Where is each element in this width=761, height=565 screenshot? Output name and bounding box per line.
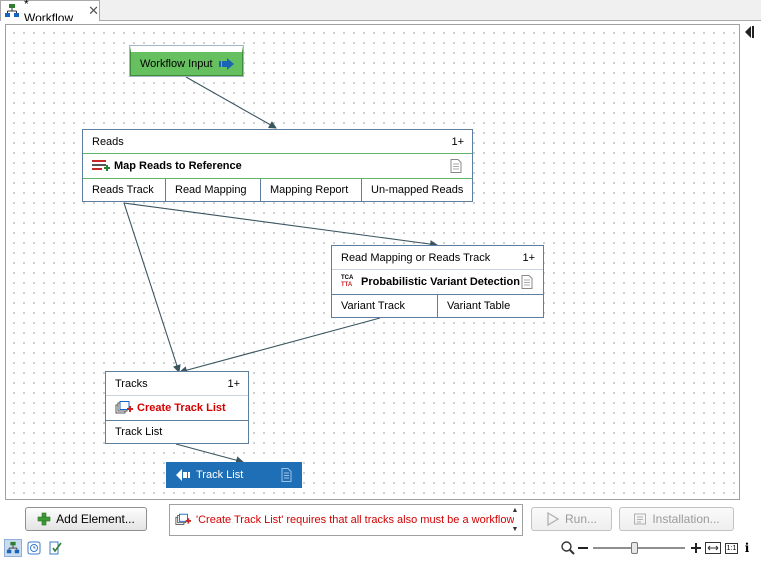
- output-port-mapping-report[interactable]: Mapping Report: [261, 179, 362, 201]
- map-reads-input-label: Reads: [92, 135, 124, 148]
- actual-size-icon[interactable]: 1:1: [722, 542, 741, 554]
- workflow-icon: [4, 3, 20, 19]
- track-list-input-label: Tracks: [115, 377, 148, 390]
- scroll-down-icon[interactable]: ▼: [512, 526, 519, 533]
- document-icon[interactable]: [281, 468, 292, 482]
- add-element-label: Add Element...: [56, 512, 135, 526]
- fit-width-icon[interactable]: [703, 542, 722, 554]
- edge-variant-to-tracks: [179, 317, 381, 375]
- workflow-input-element[interactable]: Workflow Input: [129, 45, 244, 77]
- document-icon[interactable]: [450, 159, 462, 173]
- output-port-unmapped-reads[interactable]: Un-mapped Reads: [362, 179, 472, 201]
- info-icon[interactable]: i: [741, 541, 753, 555]
- icon-text-top: TCA: [341, 275, 354, 281]
- edge-input-to-map: [185, 76, 277, 129]
- add-icon: [37, 512, 51, 526]
- output-port-read-mapping[interactable]: Read Mapping: [166, 179, 261, 201]
- run-icon: [547, 512, 560, 526]
- workflow-output-label: Track List: [196, 469, 244, 481]
- workflow-output-element[interactable]: Track List: [166, 462, 302, 488]
- map-reads-title: Map Reads to Reference: [114, 160, 242, 172]
- output-port-variant-table[interactable]: Variant Table: [438, 295, 543, 317]
- track-list-icon: [115, 401, 133, 414]
- actual-size-label: 1:1: [724, 542, 739, 554]
- editor-view-icon[interactable]: [4, 539, 22, 557]
- track-list-outputs: Track List: [106, 421, 248, 443]
- workflow-input-label: Workflow Input: [140, 57, 213, 70]
- view-switcher: [4, 539, 67, 557]
- tab-workflow[interactable]: * Workflow ✕: [0, 0, 100, 25]
- output-arrow-icon: [176, 469, 190, 481]
- message-scrollbar[interactable]: ▲ ▼: [510, 507, 520, 533]
- installation-icon: [634, 513, 647, 525]
- collapse-panel-icon[interactable]: [744, 26, 754, 38]
- edge-tracks-to-output: [175, 443, 244, 465]
- port-label: Variant Track: [341, 300, 405, 312]
- variant-input-count: 1+: [522, 251, 535, 264]
- map-reads-icon: [92, 160, 110, 171]
- edge-map-to-tracks: [123, 202, 181, 373]
- output-port-variant-track[interactable]: Variant Track: [332, 295, 438, 317]
- zoom-slider[interactable]: [593, 542, 685, 554]
- track-list-title: Create Track List: [137, 402, 226, 414]
- scroll-up-icon[interactable]: ▲: [512, 507, 519, 514]
- installation-button[interactable]: Installation...: [619, 507, 734, 531]
- installation-label: Installation...: [652, 512, 720, 526]
- zoom-controls: 1:1 i: [559, 539, 753, 557]
- map-reads-input-count: 1+: [451, 135, 464, 148]
- edge-map-to-variant: [123, 202, 438, 249]
- port-label: Track List: [115, 426, 163, 438]
- variant-detection-node[interactable]: Read Mapping or Reads Track 1+ TCA TTA P…: [331, 245, 544, 318]
- tab-bar: * Workflow ✕: [0, 0, 761, 25]
- variant-outputs: Variant Track Variant Table: [332, 295, 543, 317]
- history-view-icon[interactable]: [25, 539, 43, 557]
- map-reads-node[interactable]: Reads 1+ Map Reads to Reference Reads Tr…: [82, 129, 473, 202]
- create-track-list-node[interactable]: Tracks 1+ Create Track List Track List: [105, 371, 249, 444]
- map-reads-title-row[interactable]: Map Reads to Reference: [83, 153, 472, 179]
- zoom-slider-knob[interactable]: [631, 542, 638, 554]
- map-reads-outputs: Reads Track Read Mapping Mapping Report …: [83, 179, 472, 201]
- close-icon[interactable]: ✕: [88, 3, 99, 19]
- output-port-track-list[interactable]: Track List: [106, 421, 248, 443]
- variant-input-label: Read Mapping or Reads Track: [341, 251, 491, 264]
- port-label: Read Mapping: [175, 184, 247, 196]
- variant-title: Probabilistic Variant Detection: [361, 276, 520, 288]
- output-port-reads-track[interactable]: Reads Track: [83, 179, 166, 201]
- port-label: Un-mapped Reads: [371, 184, 464, 196]
- track-list-input[interactable]: Tracks 1+: [106, 372, 248, 395]
- track-list-title-row[interactable]: Create Track List: [106, 395, 248, 421]
- document-icon[interactable]: [521, 275, 533, 289]
- variant-detection-icon: TCA TTA: [341, 275, 357, 289]
- map-reads-input[interactable]: Reads 1+: [83, 130, 472, 153]
- add-element-button[interactable]: Add Element...: [25, 507, 147, 531]
- zoom-icon[interactable]: [559, 540, 577, 556]
- run-button[interactable]: Run...: [531, 507, 612, 531]
- track-list-input-count: 1+: [227, 377, 240, 390]
- validation-message-box[interactable]: 'Create Track List' requires that all tr…: [169, 504, 523, 536]
- variant-input[interactable]: Read Mapping or Reads Track 1+: [332, 246, 543, 269]
- run-label: Run...: [564, 512, 597, 526]
- variant-title-row[interactable]: TCA TTA Probabilistic Variant Detection: [332, 269, 543, 295]
- validation-view-icon[interactable]: [46, 539, 64, 557]
- zoom-in-icon[interactable]: [689, 543, 703, 553]
- zoom-out-icon[interactable]: [577, 543, 589, 553]
- input-arrow-icon: [218, 57, 234, 70]
- icon-text-bottom: TTA: [341, 282, 353, 288]
- workflow-canvas[interactable]: Workflow Input Reads 1+ Map Reads to Ref…: [5, 24, 740, 500]
- port-label: Reads Track: [92, 184, 154, 196]
- port-label: Variant Table: [447, 300, 511, 312]
- port-label: Mapping Report: [270, 184, 349, 196]
- validation-message: 'Create Track List' requires that all tr…: [196, 514, 514, 526]
- track-list-icon: [175, 513, 191, 525]
